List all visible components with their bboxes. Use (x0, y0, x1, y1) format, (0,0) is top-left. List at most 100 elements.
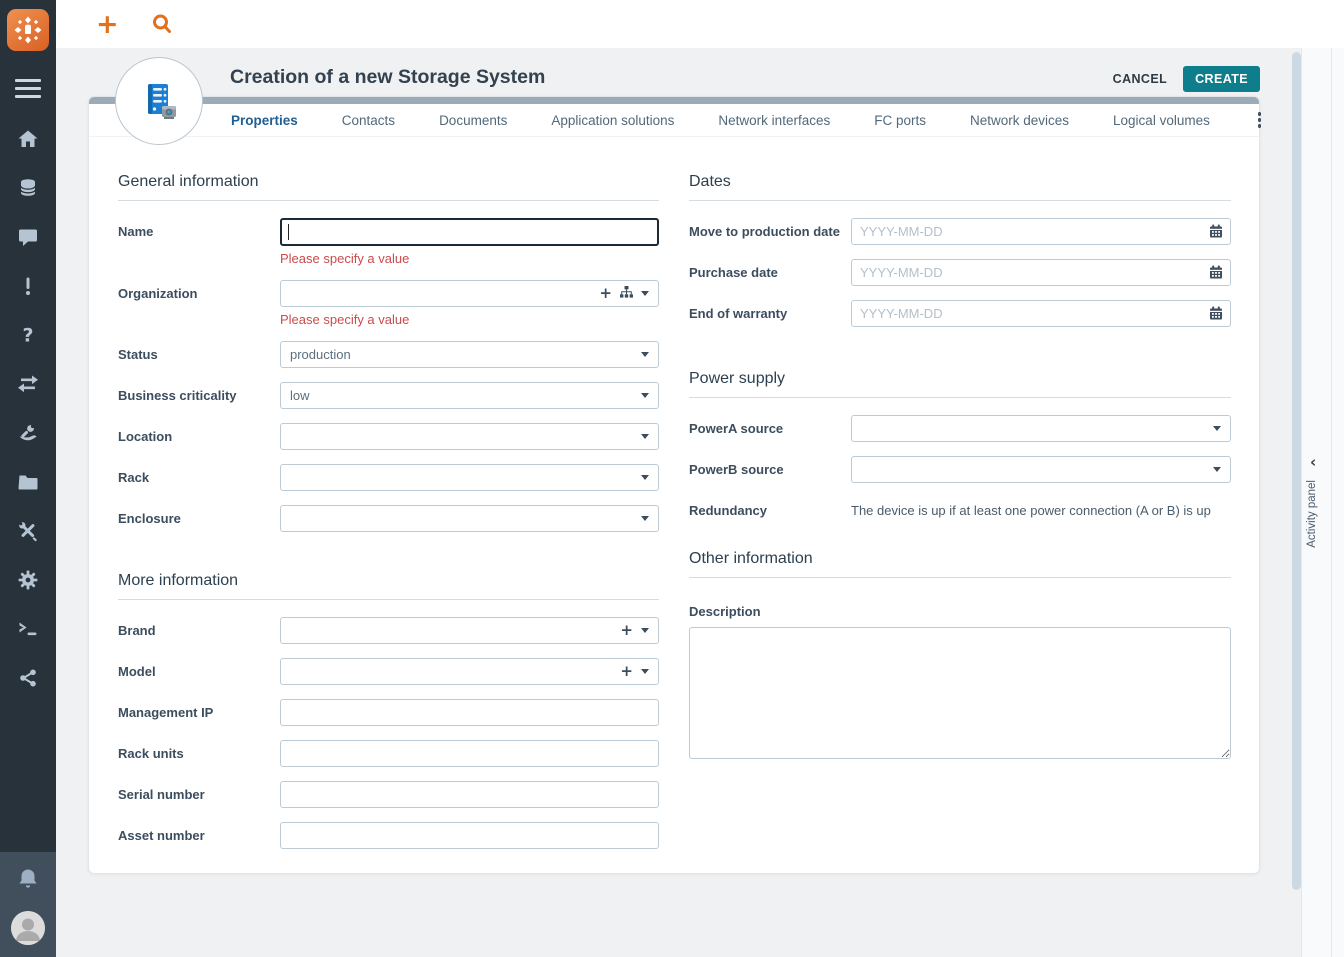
tab-network-interfaces[interactable]: Network interfaces (718, 113, 830, 128)
tabs-overflow-menu-icon[interactable] (1254, 110, 1266, 130)
expand-activity-panel-icon[interactable]: ‹ (1310, 453, 1316, 471)
hand-tool-icon[interactable] (16, 422, 40, 444)
page-title: Creation of a new Storage System (230, 66, 546, 88)
folder-icon[interactable] (16, 471, 40, 493)
rack-label: Rack (118, 470, 150, 485)
field-location: Location (118, 423, 659, 450)
share-icon[interactable] (16, 667, 40, 689)
calendar-icon[interactable] (1209, 306, 1223, 325)
text-cursor (288, 224, 289, 240)
database-icon[interactable] (16, 177, 40, 199)
purchase-date-label: Purchase date (689, 265, 778, 280)
tools-icon[interactable] (16, 520, 40, 542)
section-power-supply: Power supply (689, 370, 1231, 398)
app-logo-icon[interactable] (7, 9, 49, 51)
add-brand-icon[interactable]: + (620, 623, 633, 638)
move-to-production-date-input[interactable] (851, 218, 1231, 245)
search-icon[interactable] (151, 13, 173, 35)
brand-label: Brand (118, 623, 156, 638)
field-redundancy: Redundancy The device is up if at least … (689, 497, 1231, 520)
chevron-down-icon[interactable] (641, 669, 649, 674)
rack-units-input[interactable] (280, 740, 659, 767)
field-asset-number: Asset number (118, 822, 659, 849)
end-of-warranty-input[interactable] (851, 300, 1231, 327)
field-rack: Rack (118, 464, 659, 491)
asset-number-label: Asset number (118, 828, 205, 843)
serial-number-input[interactable] (280, 781, 659, 808)
terminal-icon[interactable] (16, 618, 40, 640)
field-power-a-source: PowerA source (689, 415, 1231, 442)
notifications-bell-icon[interactable] (15, 866, 41, 897)
user-avatar[interactable] (11, 911, 45, 945)
power-b-source-label: PowerB source (689, 462, 784, 477)
power-a-source-select[interactable] (851, 415, 1231, 442)
form-right-column: Dates Move to production date Purchase d… (689, 173, 1231, 863)
status-label: Status (118, 347, 158, 362)
add-model-icon[interactable]: + (620, 664, 633, 679)
power-b-source-select[interactable] (851, 456, 1231, 483)
status-select[interactable]: production (280, 341, 659, 368)
question-icon[interactable]: ? (16, 324, 40, 347)
home-icon[interactable] (16, 128, 40, 150)
end-of-warranty-label: End of warranty (689, 306, 788, 321)
new-object-icon[interactable]: + (96, 11, 119, 38)
section-general-information: General information (118, 173, 659, 201)
field-rack-units: Rack units (118, 740, 659, 767)
storage-system-class-icon (115, 57, 203, 145)
transfer-arrows-icon[interactable] (16, 373, 40, 395)
add-organization-icon[interactable]: + (599, 286, 612, 301)
menu-toggle-icon[interactable] (15, 79, 41, 98)
organization-select[interactable]: + (280, 280, 659, 307)
activity-panel-label[interactable]: Activity panel (1306, 480, 1318, 548)
tab-documents[interactable]: Documents (439, 113, 507, 128)
field-power-b-source: PowerB source (689, 456, 1231, 483)
name-input[interactable] (280, 218, 659, 246)
tab-properties[interactable]: Properties (231, 113, 298, 128)
field-end-of-warranty: End of warranty (689, 300, 1231, 327)
rack-select[interactable] (280, 464, 659, 491)
calendar-icon[interactable] (1209, 265, 1223, 284)
tab-application-solutions[interactable]: Application solutions (551, 113, 674, 128)
tab-fc-ports[interactable]: FC ports (874, 113, 926, 128)
hierarchy-icon[interactable] (620, 285, 633, 303)
field-management-ip: Management IP (118, 699, 659, 726)
redundancy-value: The device is up if at least one power c… (851, 503, 1211, 518)
management-ip-input[interactable] (280, 699, 659, 726)
chevron-down-icon (641, 475, 649, 480)
business-criticality-select[interactable]: low (280, 382, 659, 409)
brand-select[interactable]: + (280, 617, 659, 644)
purchase-date-input[interactable] (851, 259, 1231, 286)
field-purchase-date: Purchase date (689, 259, 1231, 286)
field-organization: Organization + Please specify a value (118, 280, 659, 327)
field-model: Model + (118, 658, 659, 685)
asset-number-input[interactable] (280, 822, 659, 849)
chevron-down-icon (1213, 467, 1221, 472)
name-validation-message: Please specify a value (280, 251, 410, 266)
chevron-down-icon[interactable] (641, 628, 649, 633)
chevron-down-icon[interactable] (641, 291, 649, 296)
activity-panel-collapsed: ‹ Activity panel (1301, 48, 1344, 957)
chevron-down-icon (641, 434, 649, 439)
vertical-scrollbar[interactable] (1292, 52, 1301, 890)
create-button[interactable]: CREATE (1183, 66, 1260, 92)
tab-contacts[interactable]: Contacts (342, 113, 395, 128)
location-select[interactable] (280, 423, 659, 450)
description-textarea[interactable] (689, 626, 1231, 759)
cancel-button[interactable]: CANCEL (1113, 72, 1167, 86)
exclamation-icon[interactable] (16, 275, 40, 297)
field-name: Name Please specify a value (118, 218, 659, 266)
global-toolbar: + (56, 0, 1344, 48)
calendar-icon[interactable] (1209, 224, 1223, 243)
tab-logical-volumes[interactable]: Logical volumes (1113, 113, 1210, 128)
section-more-information: More information (118, 572, 659, 600)
tab-network-devices[interactable]: Network devices (970, 113, 1069, 128)
chevron-down-icon (641, 393, 649, 398)
field-serial-number: Serial number (118, 781, 659, 808)
card-top-strip (89, 97, 1259, 104)
gear-icon[interactable] (16, 569, 40, 591)
model-select[interactable]: + (280, 658, 659, 685)
enclosure-select[interactable] (280, 505, 659, 532)
chat-icon[interactable] (16, 226, 40, 248)
section-dates: Dates (689, 173, 1231, 201)
field-brand: Brand + (118, 617, 659, 644)
